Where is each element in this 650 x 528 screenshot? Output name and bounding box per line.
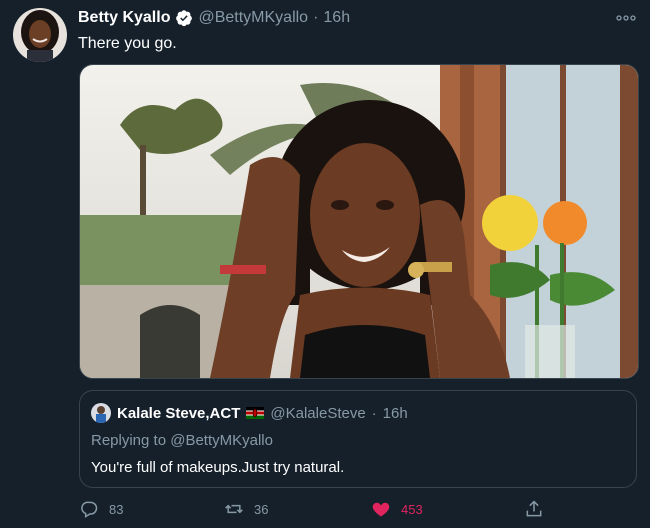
like-count: 453 [401,501,423,517]
like-button[interactable]: 453 [371,499,423,519]
more-icon[interactable] [616,8,636,32]
reply-count: 83 [109,501,124,517]
separator-dot: · [313,9,319,26]
tweet-text: There you go. [78,35,177,52]
retweet-icon [225,504,243,514]
quote-header: Kalale Steve,ACT @KalaleSteve · 16h [91,403,408,423]
replying-to-text[interactable]: Replying to @BettyMKyallo [91,432,273,449]
tweet-header: Betty Kyallo @BettyMKyallo · 16h [78,9,350,27]
quote-timestamp[interactable]: 16h [383,405,408,422]
heart-icon [372,502,390,517]
tweet-timestamp[interactable]: 16h [323,9,350,27]
retweet-count: 36 [254,501,269,517]
verified-badge-icon [175,9,193,27]
author-handle[interactable]: @BettyMKyallo [198,9,308,27]
reply-button[interactable]: 83 [79,499,123,519]
share-icon [526,500,542,517]
quote-separator-dot: · [371,404,377,422]
kenya-flag-icon [246,407,265,419]
quote-text: You're full of makeups.Just try natural. [91,459,345,476]
author-name[interactable]: Betty Kyallo [78,9,170,27]
reply-icon [81,501,98,518]
author-avatar[interactable] [13,8,67,62]
quote-author-name[interactable]: Kalale Steve,ACT [117,405,240,422]
quoted-tweet[interactable]: Kalale Steve,ACT @KalaleSteve · 16h Repl… [79,390,637,488]
quote-author-handle[interactable]: @KalaleSteve [270,405,365,422]
retweet-button[interactable]: 36 [224,499,268,519]
tweet-photo[interactable] [79,64,639,379]
tweet-actions: 83 36 453 [79,499,559,523]
share-button[interactable] [524,499,544,519]
quote-author-avatar[interactable] [91,403,111,423]
